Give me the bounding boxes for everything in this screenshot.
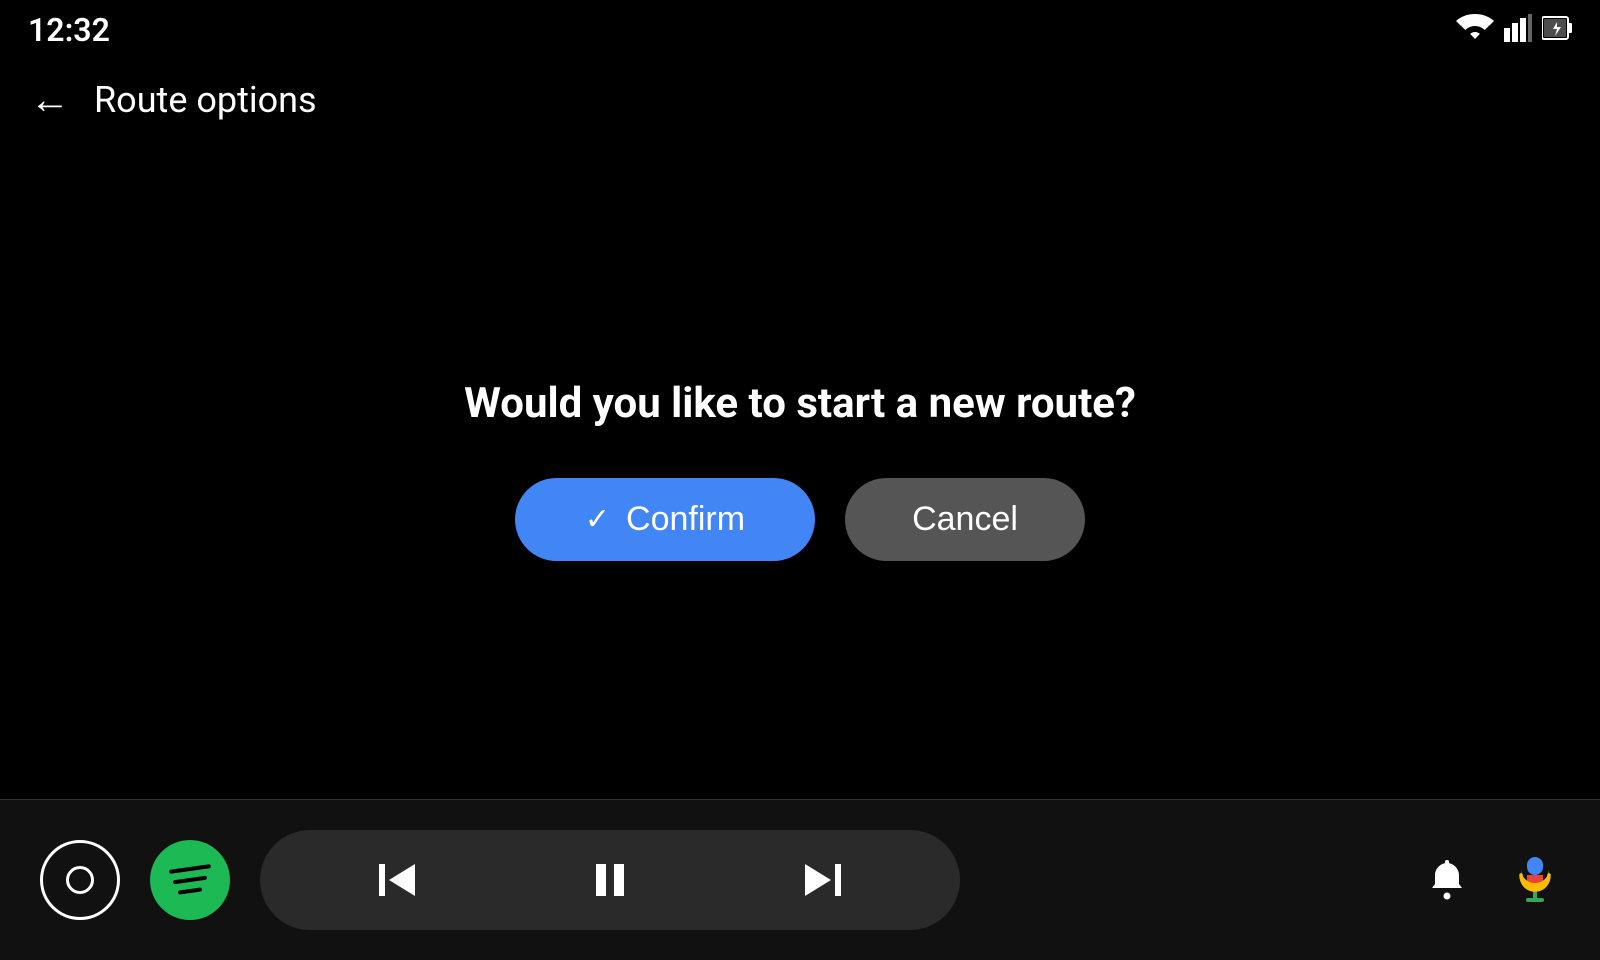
prev-button[interactable] bbox=[367, 850, 427, 910]
checkmark-icon: ✓ bbox=[585, 502, 610, 537]
notification-button[interactable] bbox=[1424, 856, 1470, 905]
page-title: Route options bbox=[94, 79, 317, 121]
bell-icon bbox=[1424, 890, 1470, 905]
status-icons bbox=[1456, 14, 1572, 46]
mic-button[interactable] bbox=[1510, 852, 1560, 909]
cancel-button[interactable]: Cancel bbox=[845, 478, 1085, 561]
wifi-icon bbox=[1456, 14, 1494, 46]
battery-icon bbox=[1542, 14, 1572, 46]
nav-bar: ← Route options bbox=[0, 60, 1600, 140]
record-icon bbox=[66, 866, 94, 894]
pause-button[interactable] bbox=[580, 850, 640, 910]
next-button[interactable] bbox=[793, 850, 853, 910]
bottom-bar bbox=[0, 800, 1600, 960]
status-time: 12:32 bbox=[28, 11, 110, 49]
record-button[interactable] bbox=[40, 840, 120, 920]
back-button[interactable]: ← bbox=[30, 80, 70, 120]
dialog-question: Would you like to start a new route? bbox=[464, 379, 1136, 428]
media-controls bbox=[260, 830, 960, 930]
right-controls bbox=[1424, 852, 1560, 909]
status-bar: 12:32 bbox=[0, 0, 1600, 60]
main-content: Would you like to start a new route? ✓ C… bbox=[0, 140, 1600, 800]
spotify-button[interactable] bbox=[150, 840, 230, 920]
signal-icon bbox=[1504, 14, 1532, 46]
spotify-icon bbox=[169, 867, 211, 893]
confirm-label: Confirm bbox=[626, 500, 745, 539]
dialog-buttons: ✓ Confirm Cancel bbox=[515, 478, 1085, 561]
confirm-button[interactable]: ✓ Confirm bbox=[515, 478, 815, 561]
